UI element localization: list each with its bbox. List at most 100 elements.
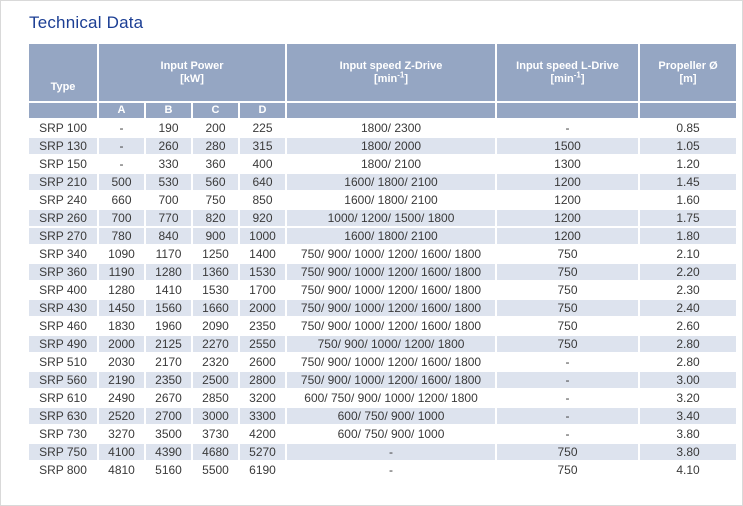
cell-a: 4100 (99, 444, 144, 460)
cell-type: SRP 430 (29, 300, 97, 316)
propeller-label: Propeller Ø (640, 60, 736, 73)
cell-b: 2670 (146, 390, 191, 406)
cell-l-drive: - (497, 354, 638, 370)
cell-d: 2350 (240, 318, 285, 334)
cell-l-drive: 750 (497, 282, 638, 298)
cell-c: 820 (193, 210, 238, 226)
table-row: SRP 2406607007508501600/ 1800/ 210012001… (29, 192, 736, 208)
cell-c: 3000 (193, 408, 238, 424)
table-row: SRP 5602190235025002800750/ 900/ 1000/ 1… (29, 372, 736, 388)
cell-c: 280 (193, 138, 238, 154)
cell-z-drive: 1600/ 1800/ 2100 (287, 174, 495, 190)
table-body: SRP 100-1902002251800/ 2300-0.85SRP 130-… (29, 120, 736, 478)
cell-l-drive: 750 (497, 318, 638, 334)
table-row: SRP 27078084090010001600/ 1800/ 21001200… (29, 228, 736, 244)
cell-c: 4680 (193, 444, 238, 460)
sub-header-a: A (99, 103, 144, 118)
cell-d: 640 (240, 174, 285, 190)
page: Technical Data Type Input Power [kW] Inp… (1, 13, 742, 480)
cell-z-drive: 750/ 900/ 1000/ 1200/ 1600/ 1800 (287, 354, 495, 370)
cell-a: 2190 (99, 372, 144, 388)
cell-d: 1530 (240, 264, 285, 280)
table-row: SRP 6302520270030003300600/ 750/ 900/ 10… (29, 408, 736, 424)
cell-z-drive: 1800/ 2000 (287, 138, 495, 154)
cell-propeller: 2.40 (640, 300, 736, 316)
cell-l-drive: 750 (497, 462, 638, 478)
input-power-unit: [kW] (99, 73, 285, 86)
col-header-type: Type (29, 44, 97, 101)
cell-type: SRP 150 (29, 156, 97, 172)
cell-l-drive: 1200 (497, 192, 638, 208)
sub-header-empty-propeller (640, 103, 736, 118)
cell-type: SRP 510 (29, 354, 97, 370)
cell-c: 560 (193, 174, 238, 190)
cell-c: 2850 (193, 390, 238, 406)
cell-b: 1170 (146, 246, 191, 262)
cell-b: 2125 (146, 336, 191, 352)
cell-b: 770 (146, 210, 191, 226)
cell-d: 1400 (240, 246, 285, 262)
cell-propeller: 2.20 (640, 264, 736, 280)
cell-a: 660 (99, 192, 144, 208)
cell-a: 1090 (99, 246, 144, 262)
cell-type: SRP 270 (29, 228, 97, 244)
cell-type: SRP 100 (29, 120, 97, 136)
cell-z-drive: 600/ 750/ 900/ 1000/ 1200/ 1800 (287, 390, 495, 406)
cell-l-drive: 1200 (497, 174, 638, 190)
z-drive-label: Input speed Z-Drive (287, 60, 495, 73)
cell-b: 190 (146, 120, 191, 136)
input-power-label: Input Power (99, 60, 285, 73)
col-header-input-power: Input Power [kW] (99, 44, 285, 101)
table-row: SRP 4902000212522702550750/ 900/ 1000/ 1… (29, 336, 736, 352)
cell-a: 700 (99, 210, 144, 226)
cell-d: 2000 (240, 300, 285, 316)
cell-a: 2030 (99, 354, 144, 370)
cell-type: SRP 610 (29, 390, 97, 406)
cell-propeller: 1.45 (640, 174, 736, 190)
cell-z-drive: 750/ 900/ 1000/ 1200/ 1600/ 1800 (287, 246, 495, 262)
col-header-l-drive: Input speed L-Drive [min-1] (497, 44, 638, 101)
cell-l-drive: 750 (497, 300, 638, 316)
cell-z-drive: 750/ 900/ 1000/ 1200/ 1800 (287, 336, 495, 352)
cell-propeller: 1.60 (640, 192, 736, 208)
cell-d: 2550 (240, 336, 285, 352)
cell-l-drive: - (497, 372, 638, 388)
col-header-propeller: Propeller Ø [m] (640, 44, 736, 101)
cell-l-drive: 750 (497, 264, 638, 280)
table-row: SRP 4601830196020902350750/ 900/ 1000/ 1… (29, 318, 736, 334)
table-row: SRP 6102490267028503200600/ 750/ 900/ 10… (29, 390, 736, 406)
cell-a: 2000 (99, 336, 144, 352)
table-row: SRP 4001280141015301700750/ 900/ 1000/ 1… (29, 282, 736, 298)
cell-b: 1960 (146, 318, 191, 334)
cell-c: 2270 (193, 336, 238, 352)
cell-l-drive: 1200 (497, 210, 638, 226)
cell-propeller: 0.85 (640, 120, 736, 136)
cell-c: 1660 (193, 300, 238, 316)
cell-l-drive: 1200 (497, 228, 638, 244)
cell-z-drive: 750/ 900/ 1000/ 1200/ 1600/ 1800 (287, 300, 495, 316)
cell-a: 1190 (99, 264, 144, 280)
cell-c: 1360 (193, 264, 238, 280)
cell-type: SRP 260 (29, 210, 97, 226)
cell-propeller: 1.05 (640, 138, 736, 154)
l-drive-label: Input speed L-Drive (497, 60, 638, 73)
l-drive-unit: [min-1] (497, 73, 638, 86)
sub-header-d: D (240, 103, 285, 118)
technical-data-table: Type Input Power [kW] Input speed Z-Driv… (27, 42, 738, 480)
table-header: Type Input Power [kW] Input speed Z-Driv… (29, 44, 736, 118)
cell-z-drive: 750/ 900/ 1000/ 1200/ 1600/ 1800 (287, 282, 495, 298)
cell-c: 1530 (193, 282, 238, 298)
header-row-sub: A B C D (29, 103, 736, 118)
cell-c: 200 (193, 120, 238, 136)
table-row: SRP 7504100439046805270-7503.80 (29, 444, 736, 460)
cell-l-drive: - (497, 408, 638, 424)
cell-l-drive: - (497, 426, 638, 442)
cell-z-drive: 1600/ 1800/ 2100 (287, 192, 495, 208)
cell-d: 850 (240, 192, 285, 208)
table-row: SRP 150-3303604001800/ 210013001.20 (29, 156, 736, 172)
cell-a: 1830 (99, 318, 144, 334)
table-row: SRP 2105005305606401600/ 1800/ 210012001… (29, 174, 736, 190)
cell-a: - (99, 138, 144, 154)
cell-d: 3200 (240, 390, 285, 406)
cell-type: SRP 730 (29, 426, 97, 442)
